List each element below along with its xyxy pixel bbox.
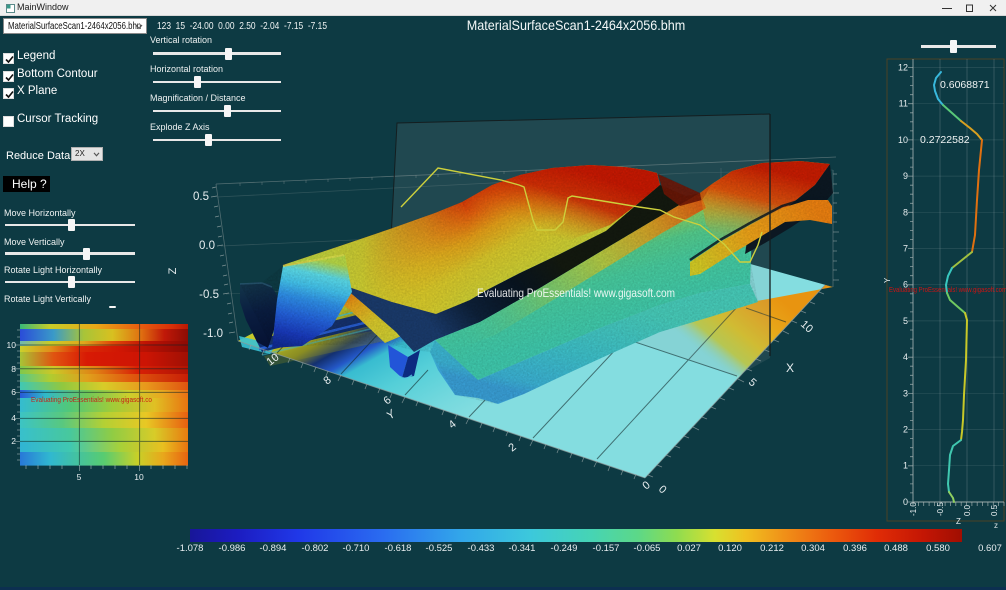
svg-text:1: 1: [903, 461, 908, 471]
svg-text:8: 8: [903, 207, 908, 217]
svg-text:0: 0: [640, 479, 652, 492]
svg-text:2: 2: [11, 436, 16, 446]
svg-text:0.6068871: 0.6068871: [940, 79, 990, 91]
svg-text:6: 6: [381, 394, 393, 407]
svg-text:10: 10: [7, 340, 17, 350]
svg-text:11: 11: [899, 99, 908, 109]
svg-text:0: 0: [903, 497, 908, 507]
svg-text:5: 5: [746, 376, 759, 389]
svg-text:5: 5: [77, 472, 82, 482]
svg-text:8: 8: [11, 364, 16, 374]
svg-text:4: 4: [11, 413, 16, 423]
svg-text:Z: Z: [956, 517, 961, 526]
svg-text:4: 4: [446, 418, 458, 431]
svg-text:0.0: 0.0: [199, 240, 215, 252]
svg-text:-1.0: -1.0: [909, 502, 918, 516]
svg-text:12: 12: [898, 63, 908, 73]
svg-text:2: 2: [506, 441, 518, 454]
svg-text:8: 8: [321, 374, 333, 387]
svg-text:Z: Z: [167, 267, 179, 274]
svg-text:2: 2: [903, 425, 908, 435]
svg-text:5: 5: [903, 316, 908, 326]
svg-text:6: 6: [11, 387, 16, 397]
svg-text:7: 7: [903, 244, 908, 254]
svg-text:-0.5: -0.5: [199, 289, 219, 301]
svg-text:4: 4: [903, 352, 908, 362]
svg-text:X: X: [786, 361, 794, 375]
svg-text:Evaluating ProEssentials! www.: Evaluating ProEssentials! www.gigasoft.c…: [477, 286, 675, 300]
svg-text:-1.0: -1.0: [203, 328, 223, 340]
svg-text:0.5: 0.5: [990, 504, 999, 516]
svg-text:0: 0: [656, 483, 669, 496]
svg-text:0.2722582: 0.2722582: [920, 134, 970, 146]
svg-text:10: 10: [898, 135, 908, 145]
svg-text:Y: Y: [384, 407, 398, 422]
svg-text:10: 10: [798, 318, 815, 335]
svg-text:0.5: 0.5: [193, 191, 209, 203]
svg-text:0.0: 0.0: [963, 504, 972, 516]
svg-text:3: 3: [903, 388, 908, 398]
svg-text:10: 10: [134, 472, 144, 482]
svg-text:-0.5: -0.5: [936, 502, 945, 516]
svg-text:9: 9: [903, 171, 908, 181]
svg-text:Evaluating ProEssentials! www.: Evaluating ProEssentials! www.gigasoft.c…: [31, 395, 152, 404]
svg-text:Y: Y: [883, 277, 892, 283]
